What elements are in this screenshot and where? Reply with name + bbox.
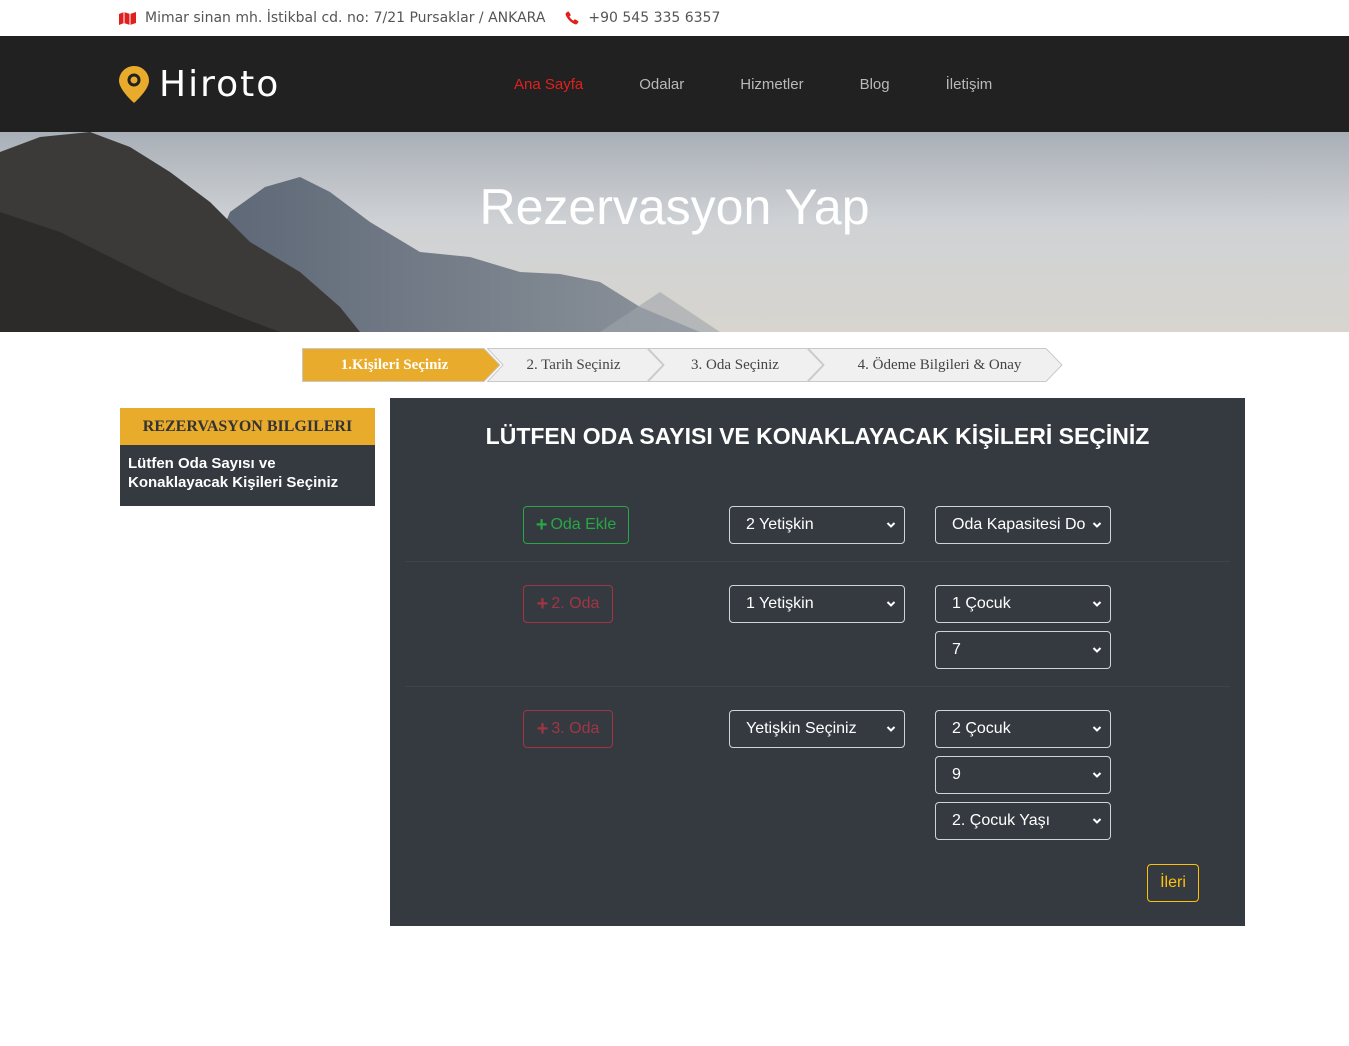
step-4[interactable]: 4. Ödeme Bilgileri & Onay [808, 348, 1063, 382]
room-1-children-select[interactable]: Oda Kapasitesi Do [935, 506, 1111, 544]
address-text: Mimar sinan mh. İstikbal cd. no: 7/21 Pu… [145, 10, 546, 26]
sidebar-heading: REZERVASYON BILGILERI [120, 408, 375, 445]
room-1-children-value: Oda Kapasitesi Do [952, 516, 1086, 533]
page-title: Rezervasyon Yap [479, 179, 870, 235]
room-2-child-1-age-select[interactable]: 7 [935, 631, 1111, 669]
reservation-info-sidebar: REZERVASYON BILGILERI Lütfen Oda Sayısı … [120, 408, 375, 506]
room-3-adults-select[interactable]: Yetişkin Seçiniz [729, 710, 905, 748]
next-button-label: İleri [1160, 874, 1186, 891]
booking-steps: 1.Kişileri Seçiniz 2. Tarih Seçiniz 3. O… [302, 348, 1063, 382]
sidebar-body-text: Lütfen Oda Sayısı ve Konaklayacak Kişile… [120, 445, 375, 506]
nav-blog[interactable]: Blog [860, 76, 890, 93]
brand-logo[interactable]: Hiroto [119, 64, 280, 105]
panel-title: LÜTFEN ODA SAYISI VE KONAKLAYACAK KİŞİLE… [485, 423, 1150, 449]
phone-text: +90 545 335 6357 [588, 10, 721, 26]
location-pin-icon [119, 65, 149, 103]
chevron-down-icon [886, 522, 896, 528]
plus-icon: + [536, 718, 549, 740]
room-2-label: 2. Oda [551, 595, 600, 612]
room-3-child-1-age-select[interactable]: 9 [935, 756, 1111, 794]
step-2-label: 2. Tarih Seçiniz [526, 356, 621, 373]
room-2-child-1-age-value: 7 [952, 641, 961, 658]
room-2-adults-select[interactable]: 1 Yetişkin [729, 585, 905, 623]
address-item: Mimar sinan mh. İstikbal cd. no: 7/21 Pu… [119, 10, 545, 26]
chevron-down-icon [1092, 818, 1102, 824]
nav-rooms[interactable]: Odalar [639, 76, 684, 93]
step-4-label: 4. Ödeme Bilgileri & Onay [857, 356, 1022, 373]
step-1-label: 1.Kişileri Seçiniz [340, 356, 449, 373]
chevron-down-icon [886, 601, 896, 607]
room-2-children-select[interactable]: 1 Çocuk [935, 585, 1111, 623]
step-3[interactable]: 3. Oda Seçiniz [648, 348, 824, 382]
step-1[interactable]: 1.Kişileri Seçiniz [302, 348, 501, 382]
room-3-child-2-age-select[interactable]: 2. Çocuk Yaşı [935, 802, 1111, 840]
chevron-down-icon [1092, 726, 1102, 732]
room-3-children-select[interactable]: 2 Çocuk [935, 710, 1111, 748]
chevron-down-icon [1092, 647, 1102, 653]
main-nav: Ana Sayfa Odalar Hizmetler Blog İletişim [514, 36, 1048, 132]
plus-icon: + [536, 593, 549, 615]
chevron-down-icon [1092, 772, 1102, 778]
nav-services[interactable]: Hizmetler [740, 76, 803, 93]
room-2-adults-value: 1 Yetişkin [746, 595, 814, 612]
next-button[interactable]: İleri [1147, 864, 1199, 902]
step-3-label: 3. Oda Seçiniz [691, 356, 779, 373]
top-info-bar: Mimar sinan mh. İstikbal cd. no: 7/21 Pu… [0, 0, 1349, 36]
room-3-adults-value: Yetişkin Seçiniz [746, 720, 857, 737]
add-room-button[interactable]: + Oda Ekle [523, 506, 629, 544]
room-3-children-value: 2 Çocuk [952, 720, 1011, 737]
chevron-down-icon [1092, 601, 1102, 607]
phone-item: +90 545 335 6357 [565, 10, 720, 26]
room-2-children-value: 1 Çocuk [952, 595, 1011, 612]
add-room-label: Oda Ekle [550, 516, 617, 533]
room-1-adults-value: 2 Yetişkin [746, 516, 814, 533]
hero-banner: Rezervasyon Yap [0, 132, 1349, 332]
nav-contact[interactable]: İletişim [946, 76, 993, 93]
room-selection-panel: LÜTFEN ODA SAYISI VE KONAKLAYACAK KİŞİLE… [390, 398, 1245, 926]
room-3-button[interactable]: + 3. Oda [523, 710, 613, 748]
main-navbar: Hiroto Ana Sayfa Odalar Hizmetler Blog İ… [0, 36, 1349, 132]
step-2[interactable]: 2. Tarih Seçiniz [487, 348, 664, 382]
room-1-adults-select[interactable]: 2 Yetişkin [729, 506, 905, 544]
room-2-button[interactable]: + 2. Oda [523, 585, 613, 623]
room-3-label: 3. Oda [551, 720, 600, 737]
map-icon [119, 11, 136, 25]
room-3-child-1-age-value: 9 [952, 766, 961, 783]
phone-icon [565, 11, 579, 25]
brand-name: Hiroto [159, 63, 281, 105]
chevron-down-icon [1092, 522, 1102, 528]
nav-home[interactable]: Ana Sayfa [514, 76, 583, 93]
row-divider [405, 561, 1230, 562]
row-divider [405, 686, 1230, 687]
chevron-down-icon [886, 726, 896, 732]
room-3-child-2-age-value: 2. Çocuk Yaşı [952, 812, 1051, 829]
plus-icon: + [535, 514, 548, 536]
